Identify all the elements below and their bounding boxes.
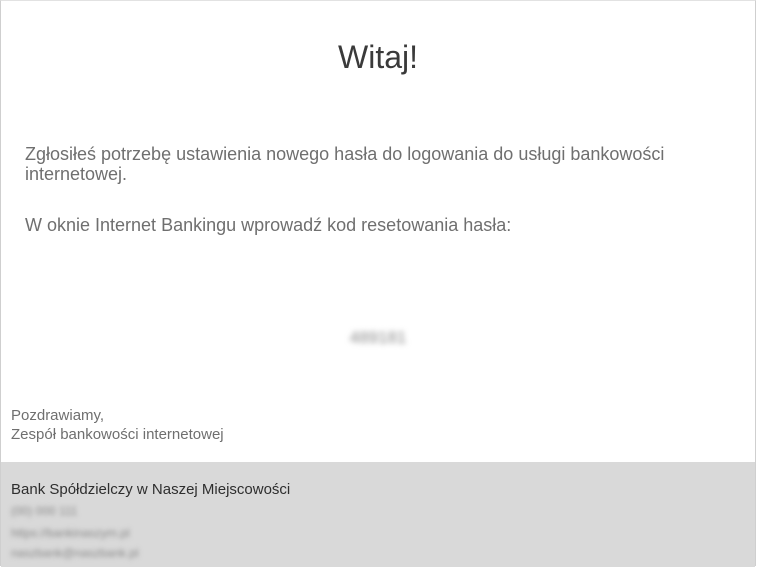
email-message: Witaj! Zgłosiłeś potrzebę ustawienia now…	[0, 0, 756, 567]
message-paragraph-instruction: W oknie Internet Bankingu wprowadź kod r…	[25, 215, 512, 235]
signoff: Pozdrawiamy, Zespół bankowości interneto…	[11, 406, 224, 444]
greeting-heading: Witaj!	[338, 39, 418, 75]
footer-website-link[interactable]: https://bankinaszym.pl	[11, 526, 130, 540]
footer-phone: (00) 000 111	[11, 504, 78, 518]
footer-bank-name: Bank Spółdzielczy w Naszej Miejscowości	[11, 481, 291, 498]
signoff-team: Zespół bankowości internetowej	[11, 426, 224, 443]
footer: Bank Spółdzielczy w Naszej Miejscowości …	[1, 462, 755, 567]
signoff-greeting: Pozdrawiamy,	[11, 407, 105, 424]
footer-email-link[interactable]: naszbank@naszbank.pl	[11, 546, 139, 560]
reset-code: 489181	[349, 328, 407, 347]
message-paragraph-reset-request: Zgłosiłeś potrzebę ustawienia nowego has…	[25, 144, 665, 184]
